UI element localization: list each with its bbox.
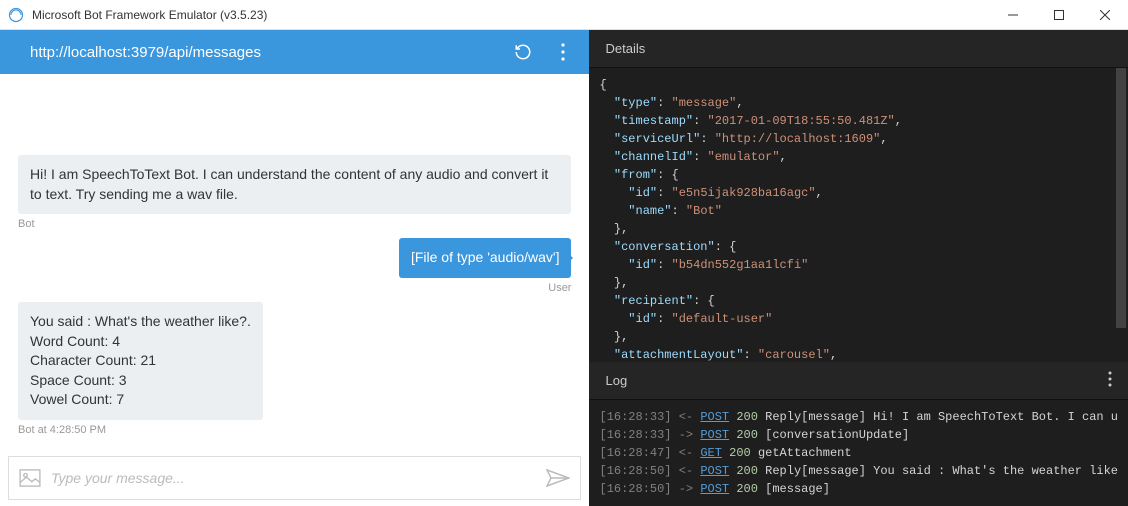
message-input[interactable]	[51, 470, 536, 486]
message-sender-label: User	[548, 282, 571, 294]
endpoint-url[interactable]: http://localhost:3979/api/messages	[30, 44, 261, 61]
log-title: Log	[605, 373, 627, 388]
message-sender-label: Bot	[18, 218, 35, 230]
message-row: [File of type 'audio/wav'] User	[18, 238, 571, 294]
attach-image-icon[interactable]	[19, 469, 41, 487]
titlebar: Microsoft Bot Framework Emulator (v3.5.2…	[0, 0, 1128, 30]
log-entry: [16:28:50] <- POST 200 Reply[message] Yo…	[599, 462, 1118, 480]
details-header: Details	[589, 30, 1128, 68]
log-method-link[interactable]: POST	[700, 482, 729, 496]
chat-pane: http://localhost:3979/api/messages Hi! I…	[0, 30, 589, 506]
minimize-button[interactable]	[990, 0, 1036, 30]
log-method-link[interactable]: GET	[700, 446, 722, 460]
log-body[interactable]: [16:28:33] <- POST 200 Reply[message] Hi…	[589, 400, 1128, 506]
log-entry: [16:28:50] -> POST 200 [message]	[599, 480, 1118, 498]
window-title: Microsoft Bot Framework Emulator (v3.5.2…	[32, 8, 267, 22]
log-menu-button[interactable]	[1108, 371, 1112, 390]
log-entry: [16:28:47] <- GET 200 getAttachment	[599, 444, 1118, 462]
log-method-link[interactable]: POST	[700, 428, 729, 442]
message-row: You said : What's the weather like?. Wor…	[18, 302, 571, 436]
send-button[interactable]	[546, 469, 570, 487]
window-controls	[990, 0, 1128, 30]
bot-message-bubble: Hi! I am SpeechToText Bot. I can underst…	[18, 155, 571, 214]
details-body[interactable]: { "type": "message", "timestamp": "2017-…	[589, 68, 1128, 362]
refresh-button[interactable]	[513, 42, 533, 62]
log-entry: [16:28:33] -> POST 200 [conversationUpda…	[599, 426, 1118, 444]
chat-scroll[interactable]: Hi! I am SpeechToText Bot. I can underst…	[0, 74, 589, 450]
details-title: Details	[605, 41, 645, 56]
maximize-button[interactable]	[1036, 0, 1082, 30]
compose-bar	[8, 456, 581, 500]
inspector-pane: Details { "type": "message", "timestamp"…	[589, 30, 1128, 506]
log-method-link[interactable]: POST	[700, 410, 729, 424]
address-bar: http://localhost:3979/api/messages	[0, 30, 589, 74]
log-entry: [16:28:33] <- POST 200 Reply[message] Hi…	[599, 408, 1118, 426]
log-header: Log	[589, 362, 1128, 400]
message-sender-label: Bot at 4:28:50 PM	[18, 424, 106, 436]
menu-button[interactable]	[553, 42, 573, 62]
close-button[interactable]	[1082, 0, 1128, 30]
message-row: Hi! I am SpeechToText Bot. I can underst…	[18, 155, 571, 230]
app-icon	[8, 7, 24, 23]
bot-message-bubble: You said : What's the weather like?. Wor…	[18, 302, 263, 420]
log-method-link[interactable]: POST	[700, 464, 729, 478]
user-message-bubble: [File of type 'audio/wav']	[399, 238, 572, 278]
details-scrollbar-thumb[interactable]	[1116, 68, 1126, 328]
